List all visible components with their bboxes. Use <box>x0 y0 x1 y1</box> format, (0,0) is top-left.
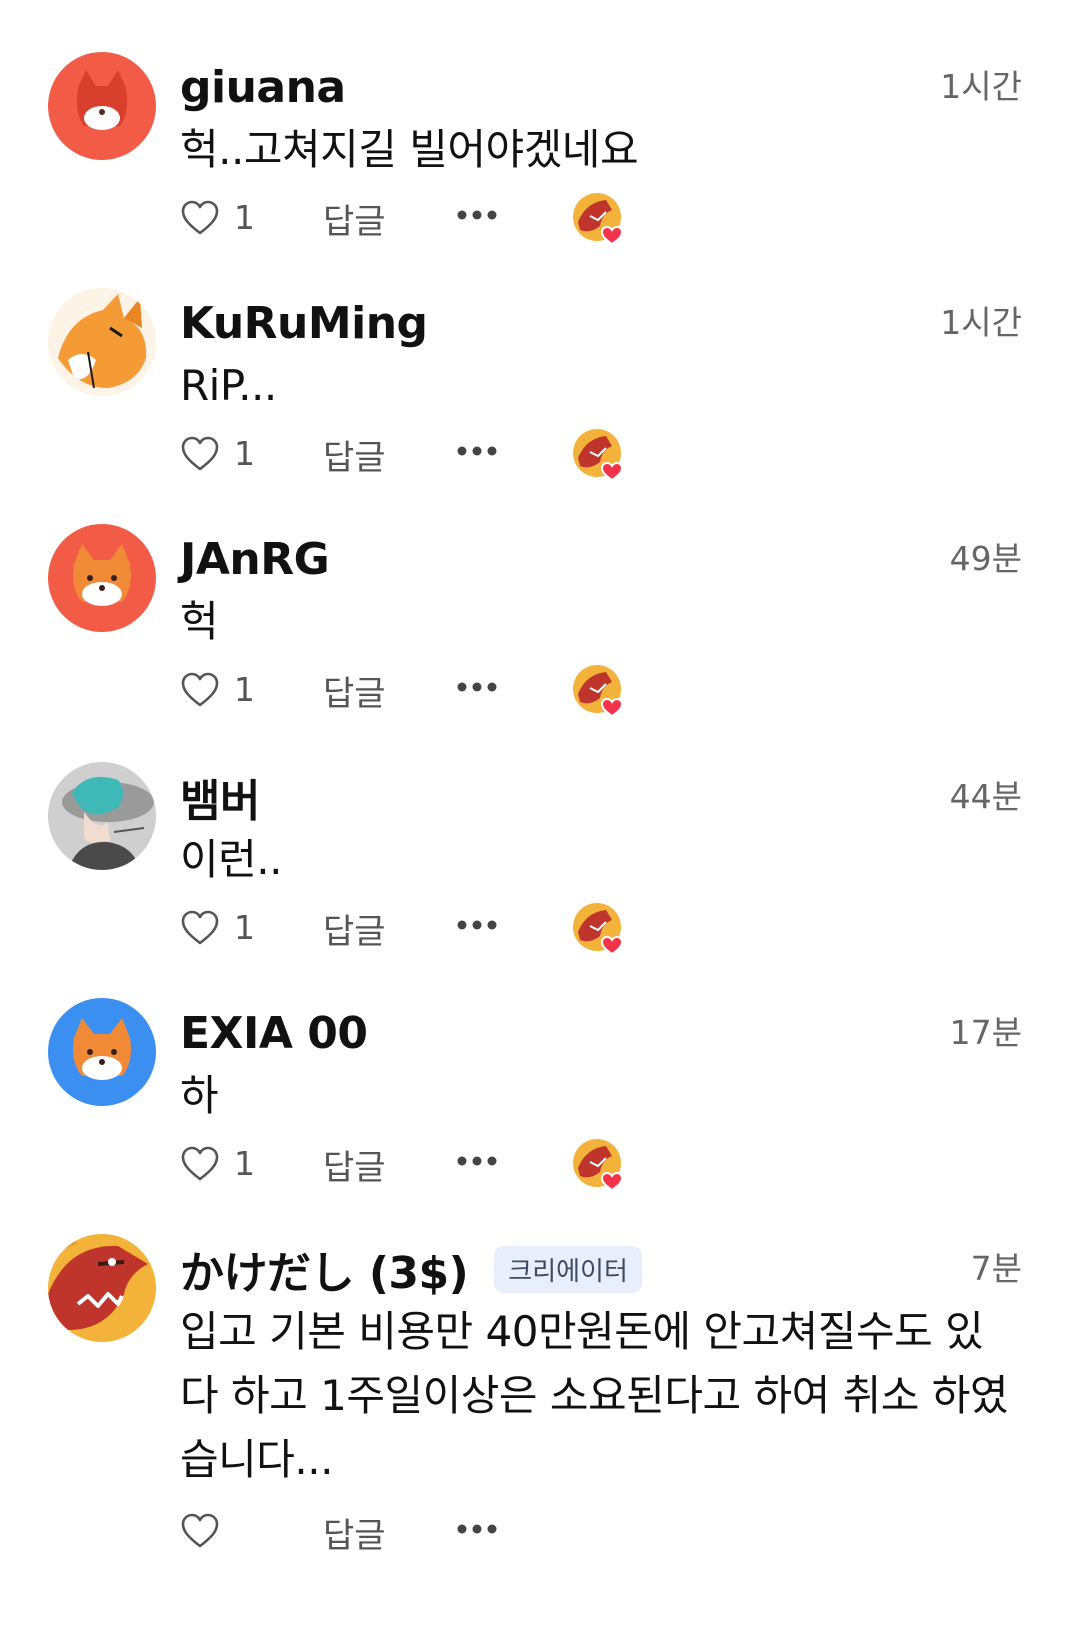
like-count: 1 <box>234 434 255 473</box>
fox-avatar-icon <box>48 998 156 1106</box>
like-count: 1 <box>234 908 255 947</box>
anime-character-avatar-icon <box>48 762 156 870</box>
more-options-icon[interactable] <box>455 1514 499 1544</box>
comment-actions: 1 답글 <box>180 1138 680 1194</box>
heart-outline-icon <box>181 672 219 706</box>
drawn-fox-avatar-icon <box>48 288 156 396</box>
more-options-icon[interactable] <box>455 910 499 940</box>
creator-heart-avatar-icon <box>572 192 626 246</box>
dragon-creature-avatar-icon <box>48 1234 156 1342</box>
comment-actions: 1 답글 <box>180 428 680 484</box>
comment-text: 헉..고쳐지길 빌어야겠네요 <box>180 125 639 174</box>
comment-time: 44분 <box>949 777 1022 816</box>
creator-heart-avatar-icon <box>572 1138 626 1192</box>
comment-actions: 답글 <box>180 1506 680 1562</box>
author-name[interactable]: 뱀버 <box>180 765 260 829</box>
reply-button[interactable]: 답글 <box>323 1140 386 1189</box>
like-count: 1 <box>234 670 255 709</box>
creator-heart-avatar-icon <box>572 902 626 956</box>
reply-button[interactable]: 답글 <box>323 904 386 953</box>
heart-outline-icon <box>181 200 219 234</box>
creator-badge: 크리에이터 <box>494 1245 642 1293</box>
more-options-icon[interactable] <box>455 672 499 702</box>
like-count: 1 <box>234 198 255 237</box>
comment-time: 49분 <box>949 539 1022 578</box>
creator-heart-avatar-icon <box>572 664 626 718</box>
avatar[interactable] <box>48 52 156 160</box>
author-name[interactable]: かけだし (3$) <box>180 1237 469 1301</box>
author-name[interactable]: giuana <box>180 62 346 113</box>
comment-text: 입고 기본 비용만 40만원돈에 안고쳐질수도 있다 하고 1주일이상은 소요된… <box>180 1307 1009 1484</box>
heart-outline-icon <box>181 910 219 944</box>
avatar[interactable] <box>48 288 156 396</box>
comment-text: 헉 <box>180 597 219 646</box>
reply-button[interactable]: 답글 <box>323 194 386 243</box>
avatar[interactable] <box>48 524 156 632</box>
comment-time: 1시간 <box>940 303 1022 342</box>
more-options-icon[interactable] <box>455 436 499 466</box>
comment-text: 하 <box>180 1071 219 1120</box>
comment-text: 이런.. <box>180 835 282 884</box>
comment-actions: 1 답글 <box>180 902 680 958</box>
like-button[interactable]: 1 <box>180 1144 255 1183</box>
heart-outline-icon <box>181 436 219 470</box>
avatar[interactable] <box>48 1234 156 1342</box>
like-button[interactable] <box>180 1512 234 1550</box>
author-name[interactable]: JAnRG <box>180 534 330 585</box>
comment-text: RiP... <box>180 361 277 410</box>
reply-button[interactable]: 답글 <box>323 430 386 479</box>
more-options-icon[interactable] <box>455 200 499 230</box>
fox-avatar-icon <box>48 524 156 632</box>
like-button[interactable]: 1 <box>180 908 255 947</box>
comment-time: 1시간 <box>940 67 1022 106</box>
reply-button[interactable]: 답글 <box>323 1508 386 1557</box>
comment-time: 7분 <box>970 1249 1022 1288</box>
reply-button[interactable]: 답글 <box>323 666 386 715</box>
heart-outline-icon <box>181 1146 219 1180</box>
avatar[interactable] <box>48 762 156 870</box>
like-button[interactable]: 1 <box>180 198 255 237</box>
comment-actions: 1 답글 <box>180 192 680 248</box>
heart-outline-icon <box>181 1513 219 1548</box>
fox-avatar-icon <box>48 52 156 160</box>
comment-actions: 1 답글 <box>180 664 680 720</box>
author-name[interactable]: EXIA 00 <box>180 1008 368 1059</box>
creator-heart-avatar-icon <box>572 428 626 482</box>
like-count: 1 <box>234 1144 255 1183</box>
more-options-icon[interactable] <box>455 1146 499 1176</box>
like-button[interactable]: 1 <box>180 434 255 473</box>
author-name[interactable]: KuRuMing <box>180 298 428 349</box>
comment-time: 17분 <box>949 1013 1022 1052</box>
like-button[interactable]: 1 <box>180 670 255 709</box>
avatar[interactable] <box>48 998 156 1106</box>
